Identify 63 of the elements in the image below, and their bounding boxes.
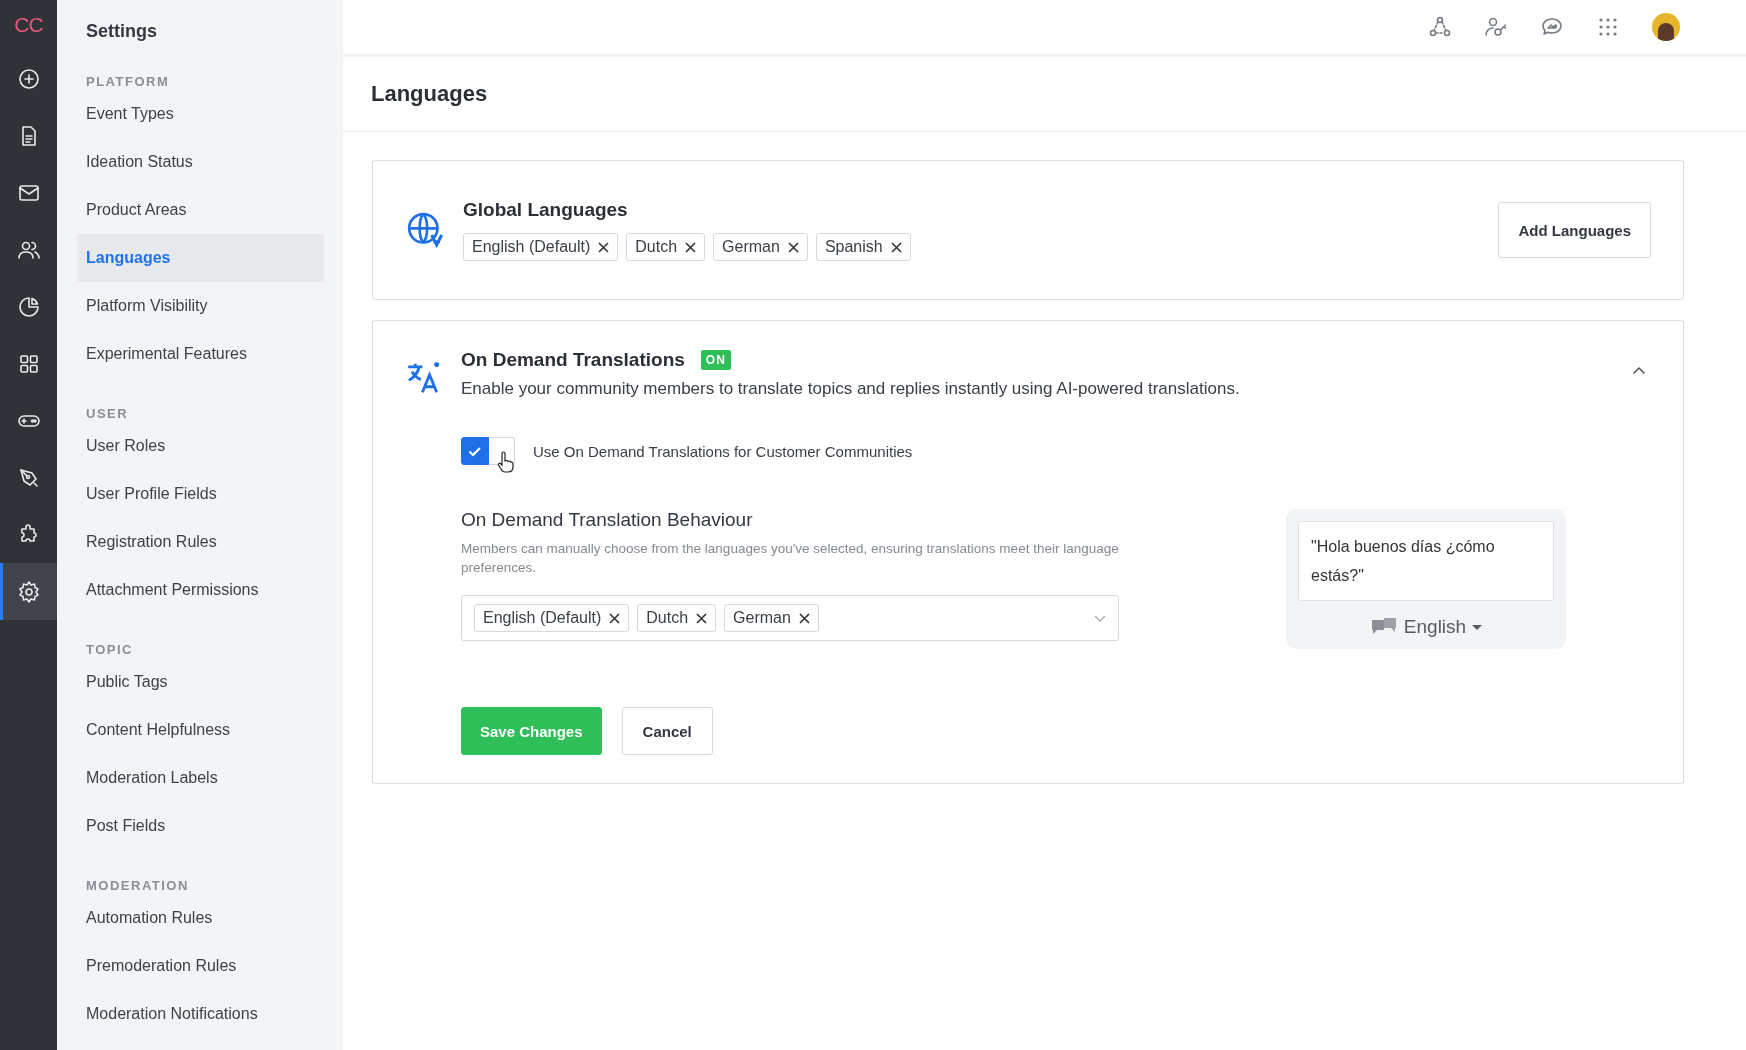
- user-key-icon[interactable]: [1484, 15, 1508, 39]
- section-heading: USER: [85, 406, 130, 422]
- sidebar-item[interactable]: Event Types: [77, 90, 324, 138]
- language-tag: English (Default): [463, 233, 619, 261]
- preview-quote: "Hola buenos días ¿cómo estás?": [1298, 521, 1554, 601]
- language-tag: German: [724, 604, 819, 632]
- remove-tag-icon[interactable]: [598, 241, 610, 253]
- app-logo[interactable]: CC: [0, 0, 57, 50]
- card-title: Global Languages: [463, 199, 629, 221]
- sidebar-item[interactable]: Ideation Status: [77, 138, 324, 186]
- sidebar-title: Settings: [85, 20, 158, 42]
- network-icon[interactable]: [1428, 15, 1452, 39]
- sidebar-item[interactable]: User Profile Fields: [77, 470, 324, 518]
- card-description: Enable your community members to translate topics and replies instantly using AI-powered translations.: [461, 379, 1241, 399]
- language-tag: Spanish: [815, 233, 911, 261]
- sidebar-item[interactable]: Moderation Notifications: [77, 990, 324, 1038]
- remove-tag-icon[interactable]: [696, 612, 708, 624]
- sidebar-item[interactable]: Product Areas: [77, 186, 324, 234]
- remove-tag-icon[interactable]: [787, 241, 799, 253]
- sidebar-item[interactable]: Languages: [77, 234, 324, 282]
- pie-icon: [16, 294, 41, 319]
- add-languages-button[interactable]: Add Languages: [1498, 202, 1651, 258]
- section-heading: TOPIC: [85, 642, 134, 658]
- sidebar-item[interactable]: Experimental Features: [77, 330, 324, 378]
- sidebar-item[interactable]: Post Fields: [77, 802, 324, 850]
- section-heading: PLATFORM: [85, 74, 171, 90]
- language-multiselect[interactable]: English (Default) Dutch German: [461, 595, 1119, 641]
- dropdown-caret-icon: [1094, 614, 1106, 622]
- section-title: On Demand Translation Behaviour: [461, 509, 754, 531]
- sidebar-item[interactable]: Moderation Labels: [77, 754, 324, 802]
- language-tag: English (Default): [474, 604, 630, 632]
- sidebar-item[interactable]: Registration Rules: [77, 518, 324, 566]
- toggle-label: Use On Demand Translations for Customer Communities: [533, 442, 913, 460]
- section-description: Members can manually choose from the languages you've selected, ensuring translations meet their language preferences.: [461, 540, 1120, 577]
- gear-icon: [16, 579, 41, 604]
- checkbox[interactable]: [461, 437, 489, 465]
- check-icon: [468, 445, 482, 457]
- sidebar-item[interactable]: Attachment Permissions: [77, 566, 324, 614]
- card-title: On Demand Translations: [461, 349, 685, 371]
- sidebar-item[interactable]: Content Helpfulness: [77, 706, 324, 754]
- globe-translate-icon: [405, 210, 445, 250]
- remove-tag-icon[interactable]: [798, 612, 810, 624]
- sidebar-item[interactable]: User Roles: [77, 422, 324, 470]
- cancel-button[interactable]: Cancel: [621, 707, 713, 755]
- remove-tag-icon[interactable]: [609, 612, 621, 624]
- rail-nav-item[interactable]: [0, 563, 57, 620]
- sidebar-item[interactable]: Public Tags: [77, 658, 324, 706]
- language-tag: Dutch: [626, 233, 706, 261]
- sidebar-item[interactable]: Premoderation Rules: [77, 942, 324, 990]
- remove-tag-icon[interactable]: [890, 241, 902, 253]
- sidebar-item[interactable]: Automation Rules: [77, 894, 324, 942]
- language-tag: German: [713, 233, 808, 261]
- hand-cursor-icon: [497, 451, 515, 473]
- plus-icon: [16, 66, 41, 91]
- page-title: Languages: [343, 57, 1746, 132]
- remove-tag-icon[interactable]: [685, 241, 697, 253]
- status-badge: ON: [700, 350, 731, 370]
- language-tag: Dutch: [637, 604, 717, 632]
- sidebar-item[interactable]: Platform Visibility: [77, 282, 324, 330]
- caret-down-icon: [1472, 624, 1483, 630]
- section-heading: MODERATION: [85, 878, 190, 894]
- language-selector[interactable]: English: [1298, 615, 1554, 639]
- user-avatar[interactable]: [1652, 13, 1680, 41]
